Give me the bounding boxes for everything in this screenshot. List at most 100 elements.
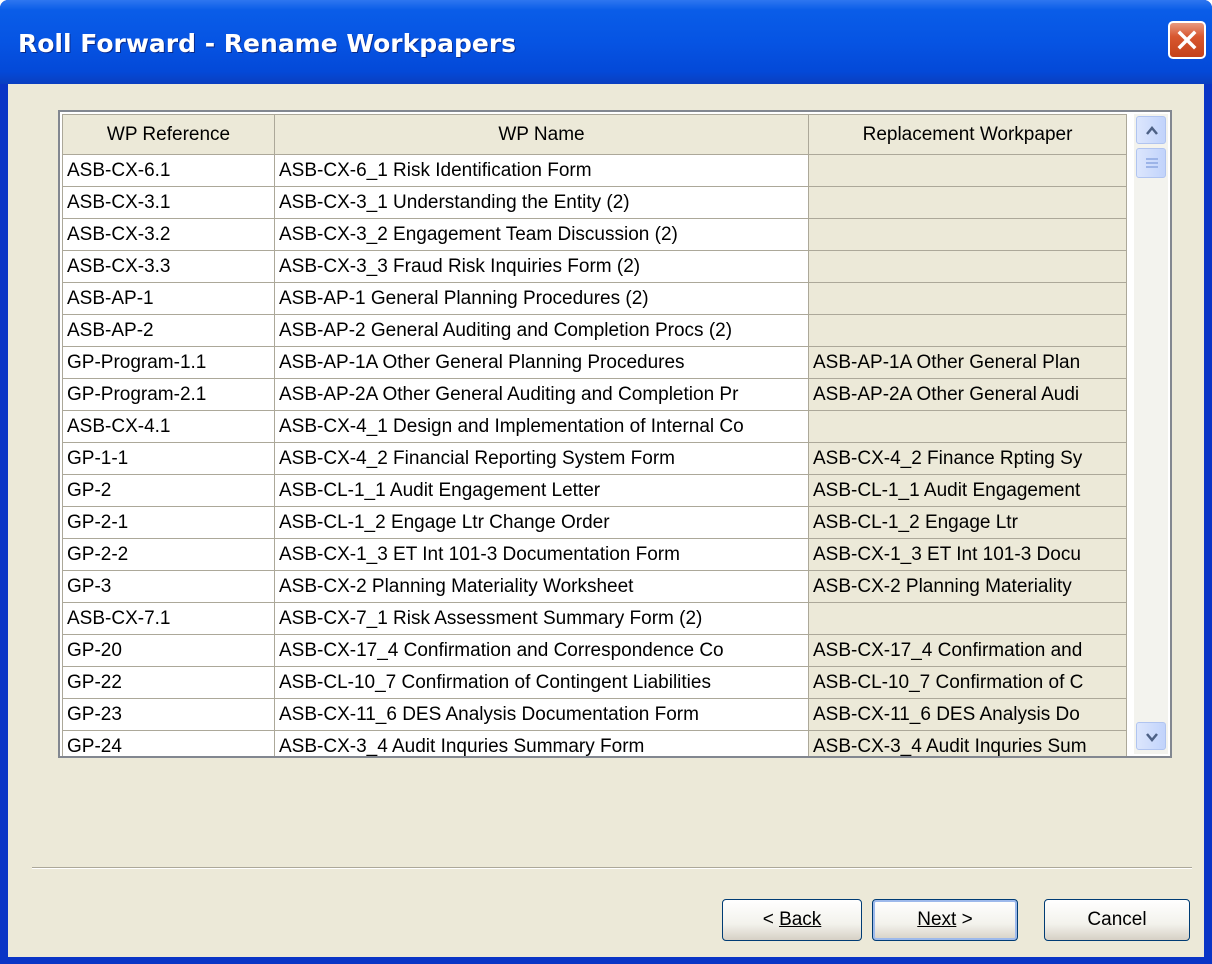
cell-wp-name[interactable]: ASB-CX-17_4 Confirmation and Corresponde… [274,634,809,667]
cell-wp-reference[interactable]: GP-1-1 [62,442,275,475]
vertical-scrollbar[interactable] [1134,114,1168,754]
cell-wp-reference[interactable]: GP-2-1 [62,506,275,539]
cell-wp-reference[interactable]: GP-24 [62,730,275,756]
cancel-button-label: Cancel [1087,909,1147,930]
close-button[interactable] [1168,21,1206,59]
cell-wp-name[interactable]: ASB-CX-7_1 Risk Assessment Summary Form … [274,602,809,635]
cell-replacement-workpaper[interactable]: ASB-CX-3_4 Audit Inquries Sum [808,730,1127,756]
cell-wp-reference[interactable]: GP-2-2 [62,538,275,571]
table-row[interactable]: GP-2-2 ASB-CX-1_3 ET Int 101-3 Documentat… [62,538,1127,571]
cell-wp-reference[interactable]: ASB-AP-1 [62,282,275,315]
cell-wp-reference[interactable]: GP-2 [62,474,275,507]
cell-replacement-workpaper[interactable] [808,250,1127,283]
cell-replacement-workpaper[interactable] [808,154,1127,187]
cell-replacement-workpaper[interactable]: ASB-AP-1A Other General Plan [808,346,1127,379]
cell-replacement-workpaper[interactable]: ASB-CL-1_1 Audit Engagement [808,474,1127,507]
table-row[interactable]: GP-1-1 ASB-CX-4_2 Financial Reporting Sys… [62,442,1127,475]
cell-wp-reference[interactable]: GP-20 [62,634,275,667]
cell-wp-reference[interactable]: ASB-CX-4.1 [62,410,275,443]
cell-replacement-workpaper[interactable]: ASB-AP-2A Other General Audi [808,378,1127,411]
cell-wp-reference[interactable]: ASB-CX-3.2 [62,218,275,251]
cell-replacement-workpaper[interactable] [808,282,1127,315]
back-button-label: Back [779,909,822,930]
cell-wp-reference[interactable]: GP-22 [62,666,275,699]
table-row[interactable]: GP-24 ASB-CX-3_4 Audit Inquries Summary F… [62,730,1127,756]
table-body: ASB-CX-6.1 ASB-CX-6_1 Risk Identification… [62,154,1127,756]
cell-wp-name[interactable]: ASB-AP-2 General Auditing and Completion… [274,314,809,347]
table-header-row: WP Reference WP Name Replacement Workpap… [62,114,1127,155]
cell-wp-name[interactable]: ASB-CL-1_2 Engage Ltr Change Order [274,506,809,539]
cell-wp-name[interactable]: ASB-CX-4_1 Design and Implementation of … [274,410,809,443]
back-button[interactable]: < Back [722,899,862,941]
cell-wp-reference[interactable]: ASB-CX-7.1 [62,602,275,635]
table-row[interactable]: GP-2 ASB-CL-1_1 Audit Engagement Letter AS… [62,474,1127,507]
cell-wp-reference[interactable]: GP-Program-2.1 [62,378,275,411]
scroll-down-arrow-icon [1146,733,1158,742]
cell-replacement-workpaper[interactable] [808,410,1127,443]
cell-wp-name[interactable]: ASB-CX-6_1 Risk Identification Form [274,154,809,187]
table-row[interactable]: ASB-CX-3.2 ASB-CX-3_2 Engagement Team Dis… [62,218,1127,251]
table-row[interactable]: ASB-AP-2 ASB-AP-2 General Auditing and Co… [62,314,1127,347]
cell-wp-name[interactable]: ASB-CX-3_4 Audit Inquries Summary Form [274,730,809,756]
table-row[interactable]: GP-23 ASB-CX-11_6 DES Analysis Documentat… [62,698,1127,731]
scroll-thumb-grip [1146,166,1158,168]
table-row[interactable]: ASB-CX-6.1 ASB-CX-6_1 Risk Identification… [62,154,1127,187]
cell-replacement-workpaper[interactable]: ASB-CX-4_2 Finance Rpting Sy [808,442,1127,475]
scroll-thumb[interactable] [1136,148,1166,178]
table-row[interactable]: ASB-CX-7.1 ASB-CX-7_1 Risk Assessment Sum… [62,602,1127,635]
next-button[interactable]: Next > [872,899,1018,941]
cell-replacement-workpaper[interactable]: ASB-CL-1_2 Engage Ltr [808,506,1127,539]
table-row[interactable]: GP-Program-2.1 ASB-AP-2A Other General Au… [62,378,1127,411]
cell-wp-name[interactable]: ASB-AP-1A Other General Planning Procedu… [274,346,809,379]
cell-replacement-workpaper[interactable]: ASB-CX-1_3 ET Int 101-3 Docu [808,538,1127,571]
column-header-wp-reference[interactable]: WP Reference [62,114,275,155]
workpaper-grid[interactable]: WP Reference WP Name Replacement Workpap… [58,110,1172,758]
column-header-replacement-workpaper[interactable]: Replacement Workpaper [808,114,1127,155]
cell-wp-name[interactable]: ASB-CL-10_7 Confirmation of Contingent L… [274,666,809,699]
scroll-thumb-grip [1146,158,1158,160]
table-row[interactable]: GP-20 ASB-CX-17_4 Confirmation and Corres… [62,634,1127,667]
cancel-button[interactable]: Cancel [1044,899,1190,941]
column-header-wp-name[interactable]: WP Name [274,114,809,155]
scroll-up-button[interactable] [1136,116,1166,144]
cell-wp-name[interactable]: ASB-AP-2A Other General Auditing and Com… [274,378,809,411]
cell-wp-reference[interactable]: GP-3 [62,570,275,603]
scroll-down-button[interactable] [1136,722,1166,750]
cell-wp-name[interactable]: ASB-AP-1 General Planning Procedures (2) [274,282,809,315]
close-icon [1177,30,1197,50]
cell-wp-name[interactable]: ASB-CX-3_3 Fraud Risk Inquiries Form (2) [274,250,809,283]
cell-wp-name[interactable]: ASB-CX-1_3 ET Int 101-3 Documentation Fo… [274,538,809,571]
table-row[interactable]: GP-3 ASB-CX-2 Planning Materiality Worksh… [62,570,1127,603]
cell-replacement-workpaper[interactable]: ASB-CL-10_7 Confirmation of C [808,666,1127,699]
table-row[interactable]: ASB-CX-3.3 ASB-CX-3_3 Fraud Risk Inquirie… [62,250,1127,283]
cell-replacement-workpaper[interactable] [808,218,1127,251]
table-row[interactable]: GP-22 ASB-CL-10_7 Confirmation of Conting… [62,666,1127,699]
title-bar[interactable]: Roll Forward - Rename Workpapers [0,0,1212,84]
cell-wp-reference[interactable]: GP-Program-1.1 [62,346,275,379]
next-button-label: Next [917,909,957,930]
cell-wp-reference[interactable]: GP-23 [62,698,275,731]
cell-replacement-workpaper[interactable]: ASB-CX-2 Planning Materiality [808,570,1127,603]
window-title: Roll Forward - Rename Workpapers [18,29,517,58]
cell-wp-reference[interactable]: ASB-CX-6.1 [62,154,275,187]
table-row[interactable]: ASB-CX-4.1 ASB-CX-4_1 Design and Implemen… [62,410,1127,443]
table-row[interactable]: GP-Program-1.1 ASB-AP-1A Other General Pl… [62,346,1127,379]
cell-wp-name[interactable]: ASB-CX-4_2 Financial Reporting System Fo… [274,442,809,475]
cell-replacement-workpaper[interactable] [808,314,1127,347]
table-row[interactable]: ASB-CX-3.1 ASB-CX-3_1 Understanding the E… [62,186,1127,219]
table-row[interactable]: ASB-AP-1 ASB-AP-1 General Planning Proced… [62,282,1127,315]
cell-wp-name[interactable]: ASB-CX-2 Planning Materiality Worksheet [274,570,809,603]
cell-wp-name[interactable]: ASB-CL-1_1 Audit Engagement Letter [274,474,809,507]
cell-wp-name[interactable]: ASB-CX-3_1 Understanding the Entity (2) [274,186,809,219]
cell-replacement-workpaper[interactable] [808,186,1127,219]
scroll-thumb-grip [1146,162,1158,164]
cell-wp-reference[interactable]: ASB-AP-2 [62,314,275,347]
cell-wp-name[interactable]: ASB-CX-11_6 DES Analysis Documentation F… [274,698,809,731]
cell-wp-reference[interactable]: ASB-CX-3.1 [62,186,275,219]
cell-wp-name[interactable]: ASB-CX-3_2 Engagement Team Discussion (2… [274,218,809,251]
cell-replacement-workpaper[interactable]: ASB-CX-17_4 Confirmation and [808,634,1127,667]
cell-replacement-workpaper[interactable]: ASB-CX-11_6 DES Analysis Do [808,698,1127,731]
cell-wp-reference[interactable]: ASB-CX-3.3 [62,250,275,283]
cell-replacement-workpaper[interactable] [808,602,1127,635]
table-row[interactable]: GP-2-1 ASB-CL-1_2 Engage Ltr Change Order… [62,506,1127,539]
